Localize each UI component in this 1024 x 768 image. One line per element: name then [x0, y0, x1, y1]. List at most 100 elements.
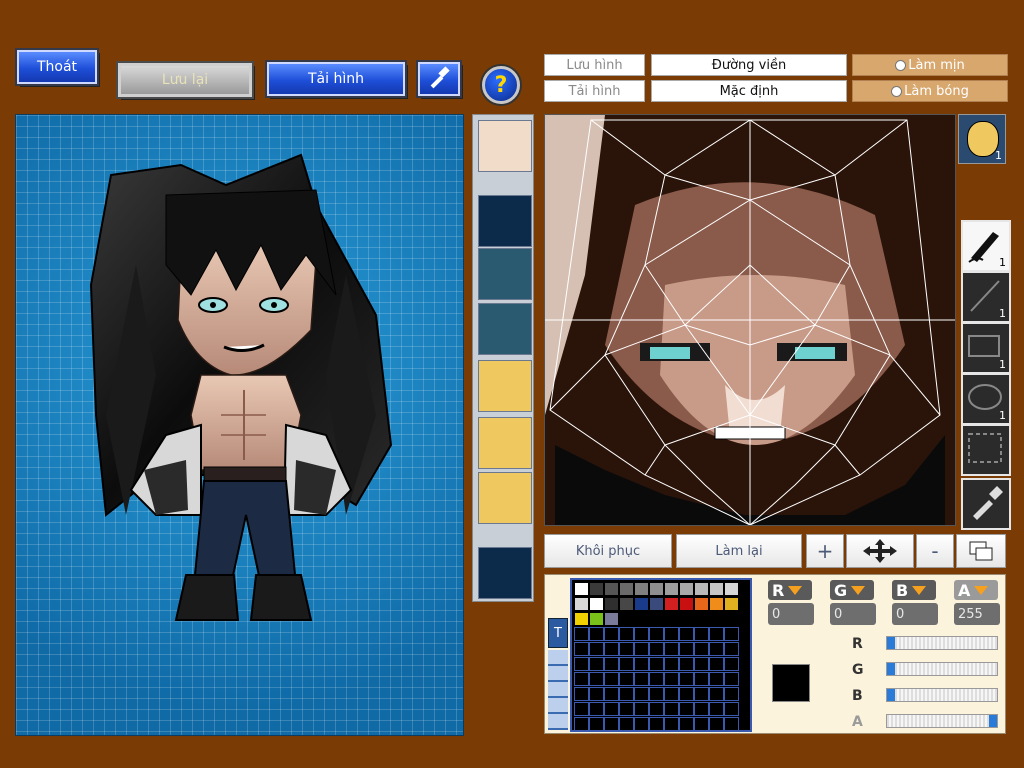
palette-empty-slot[interactable]	[604, 627, 619, 641]
blue-value-field[interactable]: 0	[892, 603, 938, 625]
palette-empty-slot[interactable]	[574, 717, 589, 731]
palette-empty-slot[interactable]	[649, 657, 664, 671]
thumb-empty-1[interactable]	[478, 195, 532, 247]
palette-empty-slot[interactable]	[589, 627, 604, 641]
palette-empty-slot[interactable]	[649, 702, 664, 716]
thumb-face-1[interactable]	[478, 360, 532, 412]
palette-empty-slot[interactable]	[649, 642, 664, 656]
tab-save-image[interactable]: Lưu hình	[544, 54, 645, 76]
palette-empty-slot[interactable]	[679, 687, 694, 701]
palette-empty-slot[interactable]	[634, 627, 649, 641]
palette-empty-slot[interactable]	[664, 627, 679, 641]
palette-empty-slot[interactable]	[619, 672, 634, 686]
palette-empty-slot[interactable]	[664, 702, 679, 716]
palette-empty-slot[interactable]	[604, 687, 619, 701]
palette-tabs-stack[interactable]	[548, 650, 568, 730]
palette-swatch[interactable]	[634, 582, 649, 596]
palette-empty-slot[interactable]	[634, 672, 649, 686]
palette-empty-slot[interactable]	[724, 687, 739, 701]
palette-swatch[interactable]	[589, 612, 604, 626]
restore-button[interactable]: Khôi phục	[544, 534, 672, 568]
pen-tool[interactable]: 1	[961, 220, 1011, 272]
palette-empty-slot[interactable]	[649, 672, 664, 686]
palette-empty-slot[interactable]	[589, 687, 604, 701]
palette-empty-slot[interactable]	[604, 657, 619, 671]
palette-tab[interactable]: T	[548, 618, 568, 648]
select-tool[interactable]	[961, 424, 1011, 476]
red-channel-dropdown[interactable]: R	[768, 580, 812, 600]
palette-swatch[interactable]	[664, 597, 679, 611]
palette-swatch[interactable]	[604, 582, 619, 596]
help-button[interactable]: ?	[482, 66, 520, 104]
palette-empty-slot[interactable]	[634, 687, 649, 701]
palette-swatch[interactable]	[709, 582, 724, 596]
thumb-hair[interactable]	[478, 120, 532, 172]
thumb-bunny[interactable]	[478, 248, 532, 300]
red-slider-thumb[interactable]	[887, 637, 895, 649]
palette-swatch[interactable]	[649, 582, 664, 596]
redo-button[interactable]: Làm lại	[676, 534, 802, 568]
red-value-field[interactable]: 0	[768, 603, 814, 625]
palette-swatch[interactable]	[589, 597, 604, 611]
palette-empty-slot[interactable]	[709, 627, 724, 641]
tab-default[interactable]: Mặc định	[651, 80, 847, 102]
palette-empty-slot[interactable]	[604, 672, 619, 686]
palette-empty-slot[interactable]	[724, 672, 739, 686]
palette-swatch[interactable]	[649, 597, 664, 611]
palette-empty-slot[interactable]	[679, 672, 694, 686]
palette-empty-slot[interactable]	[709, 642, 724, 656]
blue-channel-dropdown[interactable]: B	[892, 580, 936, 600]
palette-empty-slot[interactable]	[574, 627, 589, 641]
palette-empty-slot[interactable]	[664, 687, 679, 701]
palette-empty-slot[interactable]	[664, 672, 679, 686]
thumb-body[interactable]	[478, 303, 532, 355]
palette-empty-slot[interactable]	[724, 627, 739, 641]
palette-empty-slot[interactable]	[619, 657, 634, 671]
palette-empty-slot[interactable]	[619, 642, 634, 656]
palette-empty-slot[interactable]	[694, 702, 709, 716]
palette-empty-slot[interactable]	[619, 627, 634, 641]
zoom-in-button[interactable]: +	[806, 534, 844, 568]
face-editor-canvas[interactable]	[544, 114, 956, 526]
palette-empty-slot[interactable]	[679, 627, 694, 641]
palette-empty-slot[interactable]	[589, 672, 604, 686]
green-slider-thumb[interactable]	[887, 663, 895, 675]
palette-empty-slot[interactable]	[634, 702, 649, 716]
palette-empty-slot[interactable]	[709, 717, 724, 731]
palette-swatch[interactable]	[709, 597, 724, 611]
rectangle-tool[interactable]: 1	[961, 322, 1011, 374]
alpha-channel-dropdown[interactable]: A	[954, 580, 998, 600]
alpha-slider-thumb[interactable]	[989, 715, 997, 727]
move-button[interactable]	[846, 534, 914, 568]
palette-empty-slot[interactable]	[679, 717, 694, 731]
palette-swatch[interactable]	[604, 597, 619, 611]
thumb-face-2[interactable]	[478, 417, 532, 469]
palette-empty-slot[interactable]	[709, 672, 724, 686]
save-button[interactable]: Lưu lại	[116, 61, 254, 99]
palette-swatch[interactable]	[619, 582, 634, 596]
palette-swatch[interactable]	[604, 612, 619, 626]
green-slider[interactable]	[886, 662, 998, 676]
palette-swatch[interactable]	[724, 597, 739, 611]
radio-shade[interactable]: Làm bóng	[852, 80, 1008, 102]
palette-empty-slot[interactable]	[724, 717, 739, 731]
tab-load-image[interactable]: Tải hình	[544, 80, 645, 102]
blue-slider-thumb[interactable]	[887, 689, 895, 701]
character-preview-canvas[interactable]	[15, 114, 464, 736]
palette-empty-slot[interactable]	[619, 717, 634, 731]
green-channel-dropdown[interactable]: G	[830, 580, 874, 600]
palette-empty-slot[interactable]	[664, 717, 679, 731]
palette-swatch[interactable]	[574, 612, 589, 626]
palette-empty-slot[interactable]	[664, 642, 679, 656]
palette-empty-slot[interactable]	[574, 672, 589, 686]
palette-empty-slot[interactable]	[649, 687, 664, 701]
palette-empty-slot[interactable]	[589, 642, 604, 656]
palette-empty-slot[interactable]	[709, 657, 724, 671]
face-thumbnail[interactable]: 1	[958, 114, 1006, 164]
palette-swatch[interactable]	[589, 582, 604, 596]
radio-smooth[interactable]: Làm mịn	[852, 54, 1008, 76]
palette-empty-slot[interactable]	[574, 657, 589, 671]
palette-empty-slot[interactable]	[649, 627, 664, 641]
exit-button[interactable]: Thoát	[15, 48, 99, 86]
palette-empty-slot[interactable]	[634, 657, 649, 671]
